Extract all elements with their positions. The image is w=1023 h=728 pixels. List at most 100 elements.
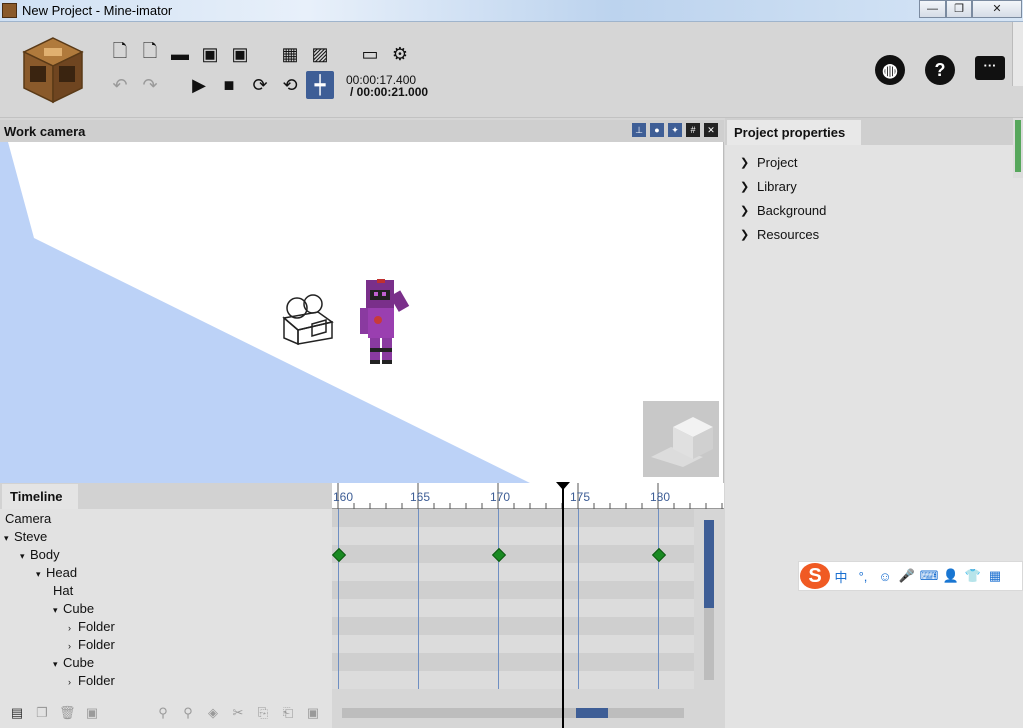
axis-icon[interactable]: ⊥ [632, 123, 646, 137]
render-film-icon[interactable]: ▦ [279, 43, 301, 65]
stop-icon[interactable]: ■ [218, 74, 240, 96]
new-file-plus-icon[interactable]: 🗋 [139, 41, 161, 65]
work-camera-viewport[interactable] [0, 142, 724, 483]
tree-row-folder[interactable]: › Folder [0, 636, 332, 654]
render-image-icon[interactable]: ▨ [309, 43, 331, 65]
cut-icon[interactable]: ✂ [230, 705, 246, 721]
chevron-right-icon[interactable]: › [68, 619, 78, 637]
chevron-down-icon[interactable]: ▾ [53, 655, 63, 673]
save-keyframes-icon[interactable]: ▣ [305, 705, 321, 721]
tree-label: Cube [63, 601, 95, 616]
tree-row-hat[interactable]: Hat [0, 582, 332, 600]
tab-project-properties[interactable]: Project properties [727, 120, 861, 145]
chevron-down-icon[interactable]: ▾ [36, 565, 46, 583]
ime-skin-icon[interactable]: 👕 [962, 568, 984, 584]
tree-row-body[interactable]: ▾ Body [0, 546, 332, 564]
tab-timeline[interactable]: Timeline [2, 484, 78, 509]
timeline-hscroll-thumb[interactable] [576, 708, 608, 718]
prop-item-label: Background [757, 203, 827, 218]
track-row [332, 563, 694, 581]
ruler-label: 165 [410, 490, 431, 504]
open-folder-icon[interactable]: ▬ [169, 43, 191, 65]
close-window-button[interactable]: ✕ [972, 0, 1022, 18]
tree-row-cube[interactable]: ▾ Cube [0, 654, 332, 672]
tree-row-cube[interactable]: ▾ Cube [0, 600, 332, 618]
delete-icon[interactable]: 🗑 [59, 705, 76, 721]
timeline-hscrollbar[interactable] [342, 708, 684, 718]
help-icon[interactable]: ? [925, 55, 955, 85]
feedback-icon[interactable]: ··· [975, 56, 1005, 80]
ime-user-icon[interactable]: 👤 [940, 568, 962, 584]
tree-row-head[interactable]: ▾ Head [0, 564, 332, 582]
prop-item-resources[interactable]: ❯ Resources [740, 227, 819, 242]
tree-row-folder[interactable]: › Folder [0, 672, 332, 690]
steve-character [360, 279, 410, 364]
ime-emoji-icon[interactable]: ☺ [874, 569, 896, 584]
undo-icon[interactable]: ↶ [109, 74, 131, 96]
track-row [332, 635, 694, 653]
save-object-icon[interactable]: ▣ [84, 705, 100, 721]
minimize-button[interactable]: — [919, 0, 946, 18]
copy-icon[interactable]: ⎘ [255, 705, 271, 721]
playhead-marker[interactable] [562, 483, 564, 728]
ime-toolbar[interactable]: S 中 °, ☺ 🎤 ⌨ 👤 👕 ▦ [798, 561, 1023, 591]
chevron-down-icon[interactable]: ▾ [4, 529, 14, 547]
chevron-right-icon[interactable]: › [68, 673, 78, 691]
chevron-right-icon: ❯ [740, 205, 750, 217]
chevron-right-icon: ❯ [740, 157, 750, 169]
redo-icon[interactable]: ↷ [139, 74, 161, 96]
tree-label: Folder [78, 673, 115, 688]
window-icon[interactable]: ▭ [359, 43, 381, 65]
close-view-icon[interactable]: ✕ [704, 123, 718, 137]
tree-row-folder[interactable]: › Folder [0, 618, 332, 636]
ime-chinese-mode[interactable]: 中 [830, 567, 852, 586]
loop-icon[interactable]: ⟳ [249, 74, 271, 96]
track-row [332, 671, 694, 689]
tree-label: Body [30, 547, 60, 562]
paste-icon[interactable]: ⎗ [280, 705, 296, 721]
playhead-handle[interactable] [556, 482, 570, 490]
tree-label: Steve [14, 529, 48, 544]
new-file-icon[interactable]: 🗋 [109, 41, 131, 65]
toolbar-scrollbar[interactable] [1012, 22, 1023, 86]
view-cube-widget[interactable] [643, 401, 719, 477]
settings-gear-icon[interactable]: ⚙ [389, 43, 411, 65]
view-cube-icon [651, 417, 713, 467]
add-keyframe-icon[interactable]: ◈ [205, 705, 221, 721]
light-icon[interactable]: ● [650, 123, 664, 137]
restore-button[interactable]: ❐ [946, 0, 972, 18]
globe-icon[interactable]: ◍ [875, 55, 905, 85]
timeline-marker-icon[interactable]: ┿ [306, 71, 334, 99]
timeline-vscroll-thumb[interactable] [704, 520, 714, 608]
prop-item-project[interactable]: ❯ Project [740, 155, 797, 170]
ime-voice-icon[interactable]: 🎤 [896, 568, 918, 584]
chevron-down-icon[interactable]: ▾ [20, 547, 30, 565]
loop-region-icon[interactable]: ⟲ [279, 74, 301, 96]
tree-row-steve[interactable]: ▾ Steve [0, 528, 332, 546]
window-title: New Project - Mine-imator [22, 3, 173, 18]
ime-logo[interactable]: S [800, 563, 830, 589]
effects-icon[interactable]: ✦ [668, 123, 682, 137]
walk-icon[interactable]: ⚲ [155, 705, 171, 721]
save-icon[interactable]: ▣ [199, 43, 221, 65]
grid-icon[interactable]: # [686, 123, 700, 137]
prop-item-label: Library [757, 179, 797, 194]
ime-punctuation-icon[interactable]: °, [852, 569, 874, 584]
save-as-icon[interactable]: ▣ [229, 43, 251, 65]
properties-scroll-thumb[interactable] [1015, 120, 1021, 172]
play-icon[interactable]: ▶ [188, 74, 210, 96]
duplicate-icon[interactable]: ❐ [34, 705, 50, 721]
ime-menu-icon[interactable]: ▦ [984, 568, 1006, 584]
chevron-right-icon: ❯ [740, 229, 750, 241]
run-icon[interactable]: ⚲ [180, 705, 196, 721]
add-folder-icon[interactable]: ▤ [9, 705, 25, 721]
chevron-down-icon[interactable]: ▾ [53, 601, 63, 619]
tree-row-camera[interactable]: Camera [0, 510, 332, 528]
ime-keyboard-icon[interactable]: ⌨ [918, 568, 940, 584]
prop-item-label: Resources [757, 227, 820, 242]
prop-item-background[interactable]: ❯ Background [740, 203, 826, 218]
time-total: / 00:00:21.000 [350, 85, 429, 99]
tree-label: Hat [53, 583, 74, 598]
chevron-right-icon[interactable]: › [68, 637, 78, 655]
prop-item-library[interactable]: ❯ Library [740, 179, 797, 194]
